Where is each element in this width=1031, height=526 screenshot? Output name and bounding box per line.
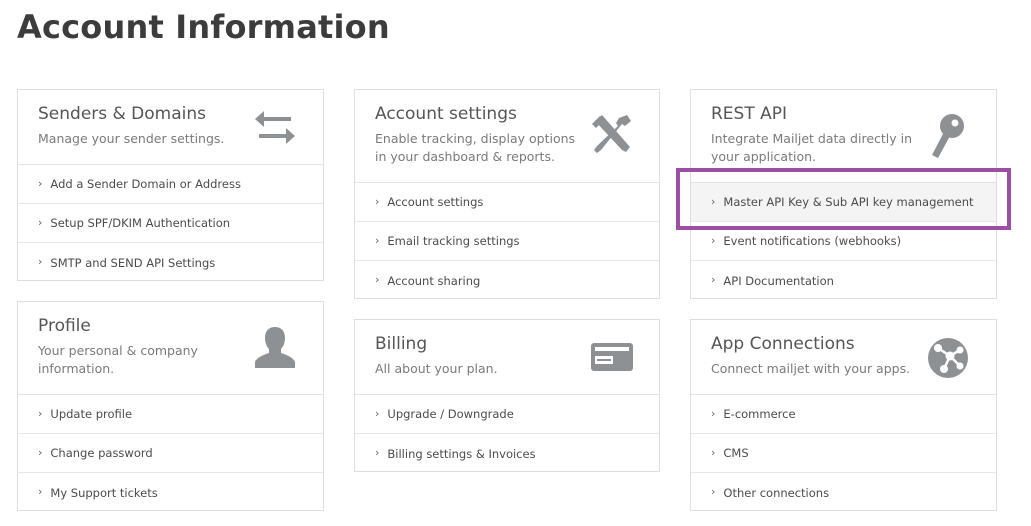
- highlight-annotation-box: [676, 168, 1011, 230]
- card-description: Connect mailjet with your apps.: [711, 361, 911, 376]
- chevron-right-icon: ›: [38, 215, 43, 229]
- card-header: Senders & Domains Manage your sender set…: [18, 90, 323, 165]
- list-item-upgrade-downgrade[interactable]: › Upgrade / Downgrade: [355, 395, 659, 434]
- list-item-smtp-settings[interactable]: › SMTP and SEND API Settings: [18, 243, 323, 282]
- card-description: Manage your sender settings.: [38, 131, 225, 146]
- chevron-right-icon: ›: [38, 406, 43, 420]
- key-icon: [928, 112, 968, 160]
- card-header: Account settings Enable tracking, displa…: [355, 90, 659, 183]
- card-description: Integrate Mailjet data directly in your …: [711, 131, 913, 164]
- card-description: Your personal & company information.: [38, 343, 198, 376]
- list-item-api-documentation[interactable]: › API Documentation: [691, 261, 996, 300]
- list-item-ecommerce[interactable]: › E-commerce: [691, 395, 996, 434]
- card-header: Profile Your personal & company informat…: [18, 302, 323, 395]
- card-description: Enable tracking, display options in your…: [375, 131, 576, 164]
- list-item-billing-invoices[interactable]: › Billing settings & Invoices: [355, 434, 659, 473]
- card-senders-domains: Senders & Domains Manage your sender set…: [17, 89, 324, 281]
- card-billing: Billing All about your plan. › Upgrade / …: [354, 319, 660, 472]
- card-app-connections: App Connections Connect mailjet with you…: [690, 319, 997, 511]
- card-account-settings: Account settings Enable tracking, displa…: [354, 89, 660, 299]
- chevron-right-icon: ›: [375, 194, 380, 208]
- card-profile: Profile Your personal & company informat…: [17, 301, 324, 511]
- list-item-account-sharing[interactable]: › Account sharing: [355, 261, 659, 300]
- chevron-right-icon: ›: [711, 233, 716, 247]
- chevron-right-icon: ›: [38, 176, 43, 190]
- chevron-right-icon: ›: [375, 233, 380, 247]
- list-item-change-password[interactable]: › Change password: [18, 434, 323, 473]
- chevron-right-icon: ›: [375, 273, 380, 286]
- credit-card-icon: [589, 340, 635, 374]
- list-item-email-tracking[interactable]: › Email tracking settings: [355, 222, 659, 261]
- list-item-cms[interactable]: › CMS: [691, 434, 996, 473]
- list-item-add-sender[interactable]: › Add a Sender Domain or Address: [18, 165, 323, 204]
- card-header: App Connections Connect mailjet with you…: [691, 320, 996, 395]
- chevron-right-icon: ›: [711, 273, 716, 286]
- chevron-right-icon: ›: [375, 406, 380, 420]
- chevron-right-icon: ›: [711, 406, 716, 420]
- list-item-spf-dkim[interactable]: › Setup SPF/DKIM Authentication: [18, 204, 323, 243]
- chevron-right-icon: ›: [38, 255, 43, 268]
- chevron-right-icon: ›: [38, 485, 43, 498]
- page-title: Account Information: [17, 8, 390, 46]
- card-header: Billing All about your plan.: [355, 320, 659, 395]
- chevron-right-icon: ›: [38, 445, 43, 459]
- swap-arrows-icon: [253, 108, 297, 148]
- network-globe-icon: [926, 336, 970, 380]
- tools-icon: [589, 112, 635, 158]
- chevron-right-icon: ›: [711, 445, 716, 459]
- list-item-account-settings[interactable]: › Account settings: [355, 183, 659, 222]
- list-item-support-tickets[interactable]: › My Support tickets: [18, 473, 323, 512]
- list-item-other-connections[interactable]: › Other connections: [691, 473, 996, 512]
- chevron-right-icon: ›: [711, 485, 716, 498]
- card-description: All about your plan.: [375, 361, 498, 376]
- user-icon: [253, 324, 297, 370]
- list-item-update-profile[interactable]: › Update profile: [18, 395, 323, 434]
- chevron-right-icon: ›: [375, 446, 380, 459]
